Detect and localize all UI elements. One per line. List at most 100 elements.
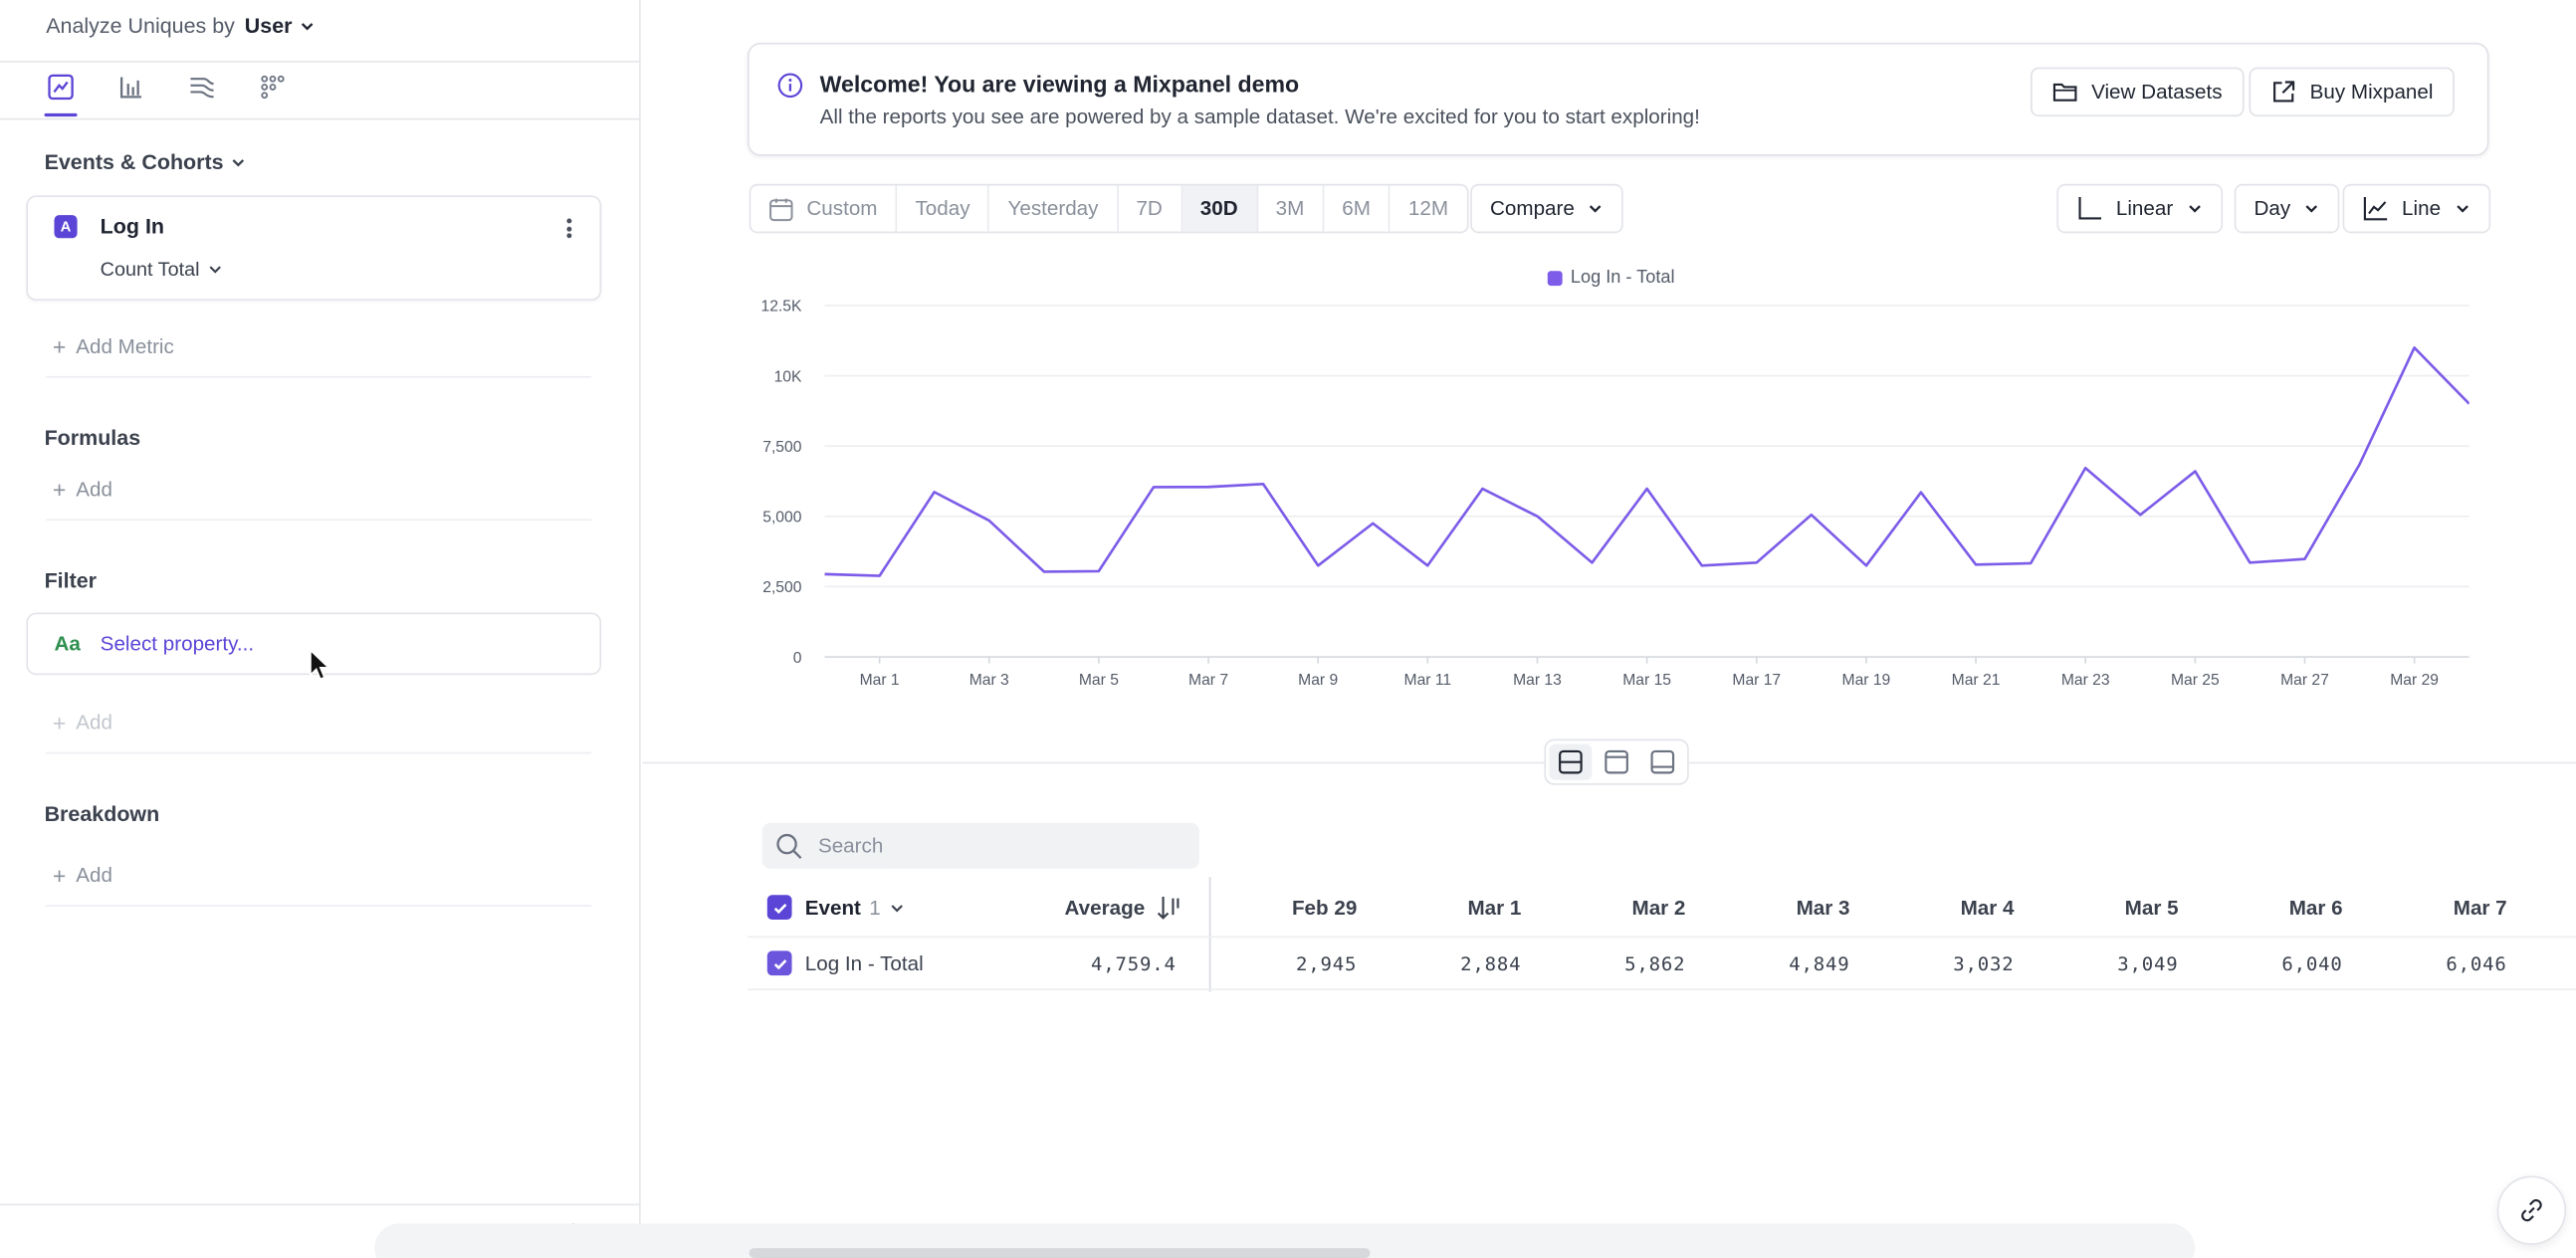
date-range-toolbar: Custom Today Yesterday 7D 30D 3M 6M 12M <box>749 183 1468 234</box>
add-formula-button[interactable]: + Add <box>53 478 112 501</box>
events-cohorts-title[interactable]: Events & Cohorts <box>45 149 247 174</box>
layout-split-button[interactable] <box>1549 743 1593 780</box>
range-custom-label: Custom <box>806 197 878 221</box>
range-yesterday[interactable]: Yesterday <box>989 185 1119 232</box>
banner-subtitle: All the reports you see are powered by a… <box>819 105 1700 128</box>
divider <box>0 117 641 120</box>
divider <box>46 519 592 522</box>
copy-link-button[interactable] <box>2496 1175 2567 1245</box>
range-30d[interactable]: 30D <box>1181 185 1258 232</box>
scale-dropdown[interactable]: Linear <box>2056 183 2223 234</box>
x-tick-label: Mar 1 <box>860 672 900 689</box>
add-filter-button[interactable]: + Add <box>53 711 112 734</box>
range-12m[interactable]: 12M <box>1391 185 1466 231</box>
y-tick-label: 12.5K <box>761 299 802 315</box>
table-layout-icon <box>1650 749 1675 774</box>
chevron-down-icon <box>2305 205 2318 213</box>
x-tick-label: Mar 29 <box>2390 672 2439 689</box>
row-value: 6,040 <box>2281 952 2343 976</box>
view-datasets-label: View Datasets <box>2091 80 2223 104</box>
split-layout-icon <box>1559 749 1583 774</box>
x-tick-label: Mar 15 <box>1622 672 1671 689</box>
search-input[interactable] <box>817 834 1181 858</box>
date-column-header[interactable]: Mar 5 <box>2047 897 2179 920</box>
date-column-header[interactable]: Mar 7 <box>2376 897 2507 920</box>
add-formula-label: Add <box>76 478 112 502</box>
view-datasets-button[interactable]: View Datasets <box>2031 67 2245 117</box>
add-filter-label: Add <box>76 711 112 734</box>
row-event-name[interactable]: Log In - Total <box>805 952 924 975</box>
line-chart-icon <box>2363 197 2388 221</box>
chevron-down-icon <box>1590 205 1603 213</box>
sort-descending-icon[interactable] <box>1157 895 1180 921</box>
grid-dots-icon <box>260 74 284 99</box>
select-property-placeholder[interactable]: Select property... <box>101 632 254 655</box>
date-range-segmented: Custom Today Yesterday 7D 30D 3M 6M 12M <box>749 183 1468 234</box>
average-column-header[interactable]: Average <box>1065 895 1180 921</box>
x-tick-label: Mar 25 <box>2171 672 2220 689</box>
tab-insights-line[interactable] <box>44 73 78 117</box>
row-value: 6,046 <box>2446 952 2507 976</box>
query-builder-sidebar: Analyze Uniques by User Events & Cohorts… <box>0 0 641 1258</box>
horizontal-scrollbar[interactable] <box>749 1248 1371 1258</box>
y-tick-label: 7,500 <box>762 439 801 456</box>
chevron-down-icon <box>891 905 903 913</box>
chart-type-dropdown[interactable]: Line <box>2342 183 2490 234</box>
tab-insights-bar[interactable] <box>116 73 144 101</box>
metric-measure-selector[interactable]: Count Total <box>101 258 223 281</box>
date-column-header[interactable]: Mar 6 <box>2212 897 2343 920</box>
range-today[interactable]: Today <box>897 185 990 232</box>
add-metric-label: Add Metric <box>76 334 174 358</box>
date-column-header[interactable]: Mar 3 <box>1718 897 1850 920</box>
string-type-icon: Aa <box>54 632 81 656</box>
range-6m[interactable]: 6M <box>1324 185 1391 232</box>
x-tick-label: Mar 23 <box>2061 672 2110 689</box>
layout-table-only-button[interactable] <box>1641 743 1684 779</box>
search-icon <box>776 833 802 859</box>
x-tick-label: Mar 5 <box>1079 672 1119 689</box>
x-tick-label: Mar 7 <box>1188 672 1228 689</box>
range-custom[interactable]: Custom <box>751 185 898 232</box>
add-breakdown-button[interactable]: + Add <box>53 864 112 887</box>
chart-legend[interactable]: Log In - Total <box>1547 267 1675 288</box>
date-column-header[interactable]: Feb 29 <box>1225 897 1357 920</box>
event-column-header[interactable]: Event 1 <box>805 897 906 920</box>
add-metric-button[interactable]: + Add Metric <box>53 335 174 358</box>
date-column-header[interactable]: Mar 2 <box>1554 897 1686 920</box>
metric-card[interactable]: A Log In Count Total <box>26 195 602 301</box>
plus-icon: + <box>52 709 67 736</box>
table-row: Log In - Total 4,759.4 2,945 2,884 5,862… <box>747 936 2576 991</box>
divider <box>0 61 641 63</box>
more-options-icon[interactable] <box>560 215 577 241</box>
buy-mixpanel-button[interactable]: Buy Mixpanel <box>2249 67 2455 117</box>
info-icon <box>777 73 803 107</box>
interval-label: Day <box>2254 197 2291 221</box>
legend-label: Log In - Total <box>1570 267 1675 288</box>
analyze-value[interactable]: User <box>245 13 316 38</box>
tab-retention[interactable] <box>258 73 286 101</box>
select-all-checkbox[interactable] <box>766 895 792 921</box>
range-7d[interactable]: 7D <box>1118 185 1182 232</box>
date-column-header[interactable]: Mar 4 <box>1882 897 2015 920</box>
chevron-down-icon <box>208 266 221 274</box>
tab-funnels[interactable] <box>187 73 215 101</box>
x-tick-label: Mar 13 <box>1513 672 1562 689</box>
analyze-uniques-selector[interactable]: Analyze Uniques by User <box>46 13 315 38</box>
compare-dropdown[interactable]: Compare <box>1470 183 1624 234</box>
row-value: 3,032 <box>1953 952 2015 976</box>
x-tick-label: Mar 27 <box>2280 672 2329 689</box>
layout-chart-only-button[interactable] <box>1596 743 1638 779</box>
x-tick-label: Mar 21 <box>1952 672 2001 689</box>
line-chart[interactable]: 0 2,500 5,000 7,500 10K 12.5K Mar 1 Mar 3 Mar 5 M… <box>748 288 2489 707</box>
date-column-header[interactable]: Mar 1 <box>1390 897 1521 920</box>
y-tick-label: 2,500 <box>762 579 801 596</box>
range-3m[interactable]: 3M <box>1257 185 1325 232</box>
interval-dropdown[interactable]: Day <box>2234 183 2340 234</box>
compare-label: Compare <box>1490 197 1575 221</box>
funnels-icon <box>189 77 213 98</box>
metric-name[interactable]: Log In <box>101 214 164 239</box>
table-search[interactable] <box>761 822 1199 869</box>
x-tick-label: Mar 9 <box>1298 672 1338 689</box>
check-icon <box>772 958 786 969</box>
row-checkbox[interactable] <box>766 950 792 976</box>
